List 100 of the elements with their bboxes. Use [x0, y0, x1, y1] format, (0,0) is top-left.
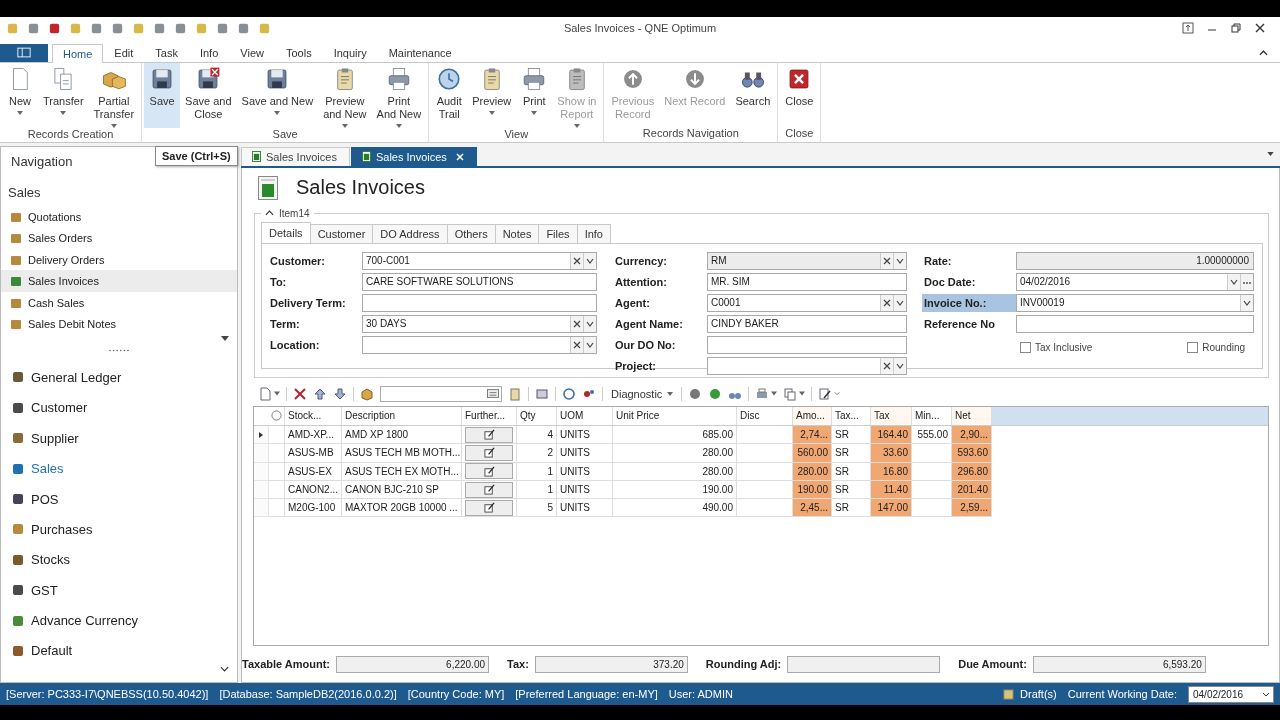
file-menu-button[interactable]	[0, 43, 48, 62]
module-item[interactable]: Sales	[1, 453, 237, 484]
edit-button[interactable]	[465, 426, 513, 443]
form-tab[interactable]: Customer	[309, 223, 374, 243]
circle-icon[interactable]	[688, 386, 703, 401]
column-header[interactable]: Qty	[517, 406, 557, 425]
row-header[interactable]	[254, 426, 269, 445]
ribbon-button[interactable]: Transfer	[38, 62, 89, 128]
column-header[interactable]: Tax	[871, 406, 912, 425]
toolbar-icon[interactable]	[48, 21, 61, 35]
column-header[interactable]: Description	[342, 406, 462, 425]
ribbon-button[interactable]: New	[2, 62, 38, 128]
checkbox[interactable]: Tax Inclusive	[1020, 341, 1093, 353]
form-tab[interactable]: Info	[576, 223, 611, 243]
clear-icon[interactable]	[880, 357, 893, 374]
pin-icon[interactable]	[1182, 22, 1194, 35]
ribbon-button[interactable]: Partial Transfer	[88, 62, 140, 128]
module-item[interactable]: Default	[1, 635, 237, 667]
dropdown-icon[interactable]	[1267, 151, 1274, 156]
ribbon-button[interactable]: Save and New	[236, 62, 319, 128]
edit-button[interactable]	[465, 481, 513, 498]
edit-button[interactable]	[465, 499, 513, 516]
table-icon[interactable]	[535, 386, 549, 401]
ribbon-button[interactable]: Print	[516, 62, 553, 128]
input-field[interactable]: C0001	[707, 293, 907, 312]
clear-icon[interactable]	[570, 252, 583, 269]
input-field[interactable]: 30 DAYS	[362, 314, 597, 333]
new-row-icon[interactable]	[258, 386, 272, 401]
input-field[interactable]	[707, 335, 907, 354]
select-all-icon[interactable]	[271, 410, 282, 422]
edit-button[interactable]	[465, 463, 513, 480]
module-item[interactable]: POS	[1, 483, 237, 515]
splitter-grip-icon[interactable]	[109, 349, 129, 353]
input-field[interactable]	[362, 293, 597, 312]
restore-icon[interactable]	[1230, 22, 1242, 35]
column-header[interactable]: UOM	[557, 406, 613, 425]
column-header[interactable]: Stock...	[285, 406, 342, 425]
nav-item[interactable]: Sales Debit Notes	[1, 313, 237, 336]
column-header[interactable]: Further...	[462, 406, 517, 425]
caret-icon[interactable]	[771, 391, 778, 397]
clear-icon[interactable]	[570, 336, 583, 353]
input-field[interactable]	[1016, 314, 1254, 333]
circle-icon[interactable]	[708, 386, 723, 401]
ribbon-button[interactable]: Close	[780, 62, 819, 127]
up-arrow-icon[interactable]	[313, 386, 327, 401]
nav-item[interactable]: Sales Invoices	[1, 270, 237, 293]
module-item[interactable]: General Ledger	[1, 362, 237, 393]
toolbar-icon[interactable]	[111, 21, 124, 35]
dropdown-icon[interactable]	[1262, 691, 1270, 697]
input-field[interactable]: CARE SOFTWARE SOLUTIONS	[362, 272, 597, 291]
collapse-ribbon-icon[interactable]	[1259, 49, 1268, 56]
toolbar-icon[interactable]	[237, 21, 250, 35]
input-field[interactable]: INV00019	[1016, 293, 1254, 312]
form-tab[interactable]: Files	[538, 223, 578, 243]
input-field[interactable]: 700-C001	[362, 251, 597, 270]
input-field[interactable]: 04/02/2016	[1016, 272, 1254, 291]
ribbon-tab[interactable]: View	[229, 42, 275, 62]
search-field[interactable]	[380, 385, 502, 402]
copy-icon[interactable]	[783, 386, 798, 401]
clipboard-icon[interactable]	[508, 386, 522, 401]
clear-icon[interactable]	[880, 294, 893, 311]
toolbar-icon[interactable]	[27, 21, 40, 35]
clear-icon[interactable]	[570, 315, 583, 332]
toolbar-icon[interactable]	[174, 21, 187, 35]
module-item[interactable]: Supplier	[1, 423, 237, 454]
diagnostic-dropdown[interactable]: Diagnostic	[609, 387, 676, 400]
box-icon[interactable]	[360, 386, 374, 401]
keyboard-icon[interactable]	[487, 389, 499, 399]
module-item[interactable]: Purchases	[1, 514, 237, 545]
down-arrow-icon[interactable]	[333, 386, 347, 401]
ribbon-tab[interactable]: Maintenance	[377, 42, 463, 62]
module-item[interactable]: GST	[1, 575, 237, 606]
nav-item[interactable]: Delivery Orders	[1, 248, 237, 271]
scroll-down-icon[interactable]	[220, 666, 229, 673]
refresh-icon[interactable]	[562, 386, 576, 401]
input-field[interactable]: CINDY BAKER	[707, 314, 907, 333]
ribbon-tab[interactable]: Task	[144, 42, 189, 62]
ribbon-button[interactable]: Print And New	[371, 62, 427, 128]
form-tab[interactable]: DO Address	[372, 223, 448, 243]
nav-item[interactable]: Sales Orders	[1, 227, 237, 249]
close-icon[interactable]	[1254, 22, 1266, 35]
drafts-link[interactable]: Draft(s)	[1020, 688, 1057, 701]
scroll-down-icon[interactable]	[221, 336, 229, 342]
ribbon-tab[interactable]: Tools	[274, 42, 323, 62]
module-item[interactable]: Stocks	[1, 544, 237, 575]
nav-item[interactable]: Quotations	[1, 205, 237, 228]
toolbar-icon[interactable]	[153, 21, 166, 35]
ribbon-tab[interactable]: Inquiry	[322, 42, 378, 62]
edit-icon[interactable]	[818, 386, 833, 401]
form-tab[interactable]: Notes	[494, 223, 540, 243]
delete-icon[interactable]	[293, 386, 307, 401]
document-tab[interactable]: Sales Invoices	[350, 146, 477, 166]
form-tab[interactable]: Details	[261, 221, 311, 243]
collapse-icon[interactable]	[265, 210, 274, 217]
checkbox[interactable]: Rounding	[1187, 341, 1246, 353]
module-item[interactable]: Advance Currency	[1, 605, 237, 636]
input-field[interactable]: MR. SIM	[707, 272, 907, 291]
toolbar-icon[interactable]	[90, 21, 103, 35]
printer-icon[interactable]	[755, 386, 770, 401]
caret-icon[interactable]	[799, 391, 806, 397]
